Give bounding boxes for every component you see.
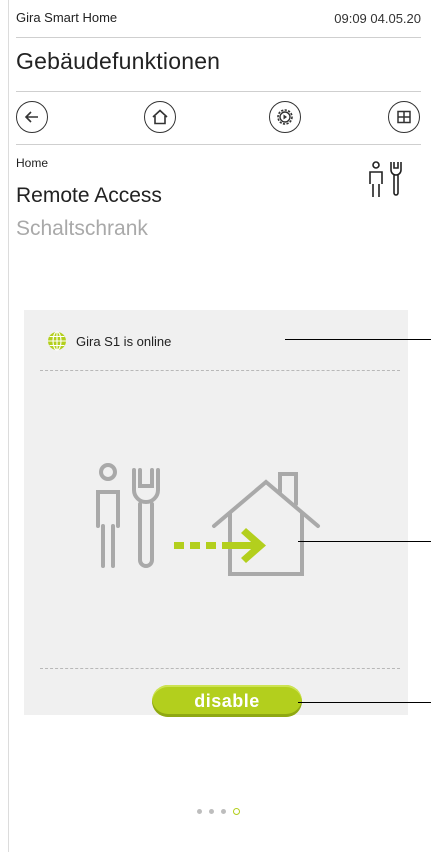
online-status: Gira S1 is online [46,330,171,352]
app-name: Gira Smart Home [16,10,118,25]
nav-bar [16,101,421,133]
page-dot[interactable] [221,809,226,814]
breadcrumb[interactable]: Home [16,156,48,170]
grid-icon [397,110,411,124]
page-dot[interactable] [197,809,202,814]
callout-line [298,541,431,542]
gear-icon [277,109,293,125]
settings-button[interactable] [269,101,301,133]
page-title: Gebäudefunktionen [16,48,221,74]
section-subtitle: Schaltschrank [16,217,148,240]
remote-access-card: Gira S1 is online disable [24,310,408,717]
home-button[interactable] [144,101,176,133]
disable-button-label: disable [194,690,260,711]
dashed-divider [40,370,400,371]
dashed-divider [40,668,400,669]
page-indicator [197,808,240,815]
grid-button[interactable] [388,101,420,133]
globe-icon [48,331,66,351]
page-dot[interactable] [209,809,214,814]
arrow-left-icon [24,111,38,123]
online-status-text: Gira S1 is online [76,333,172,349]
divider [16,37,421,38]
callout-line [285,339,431,340]
remote-access-illustration [96,463,320,576]
status-bar: Gira Smart Home 09:09 04.05.20 [16,10,421,32]
back-button[interactable] [16,101,48,133]
service-technician-icon [369,161,402,197]
page-dot-active[interactable] [233,808,240,815]
divider [16,91,421,92]
divider [16,144,421,145]
clock: 09:09 04.05.20 [334,11,421,26]
callout-line [298,702,431,703]
section-title: Remote Access [16,184,162,207]
house-icon [152,109,168,125]
disable-button[interactable]: disable [152,685,302,717]
